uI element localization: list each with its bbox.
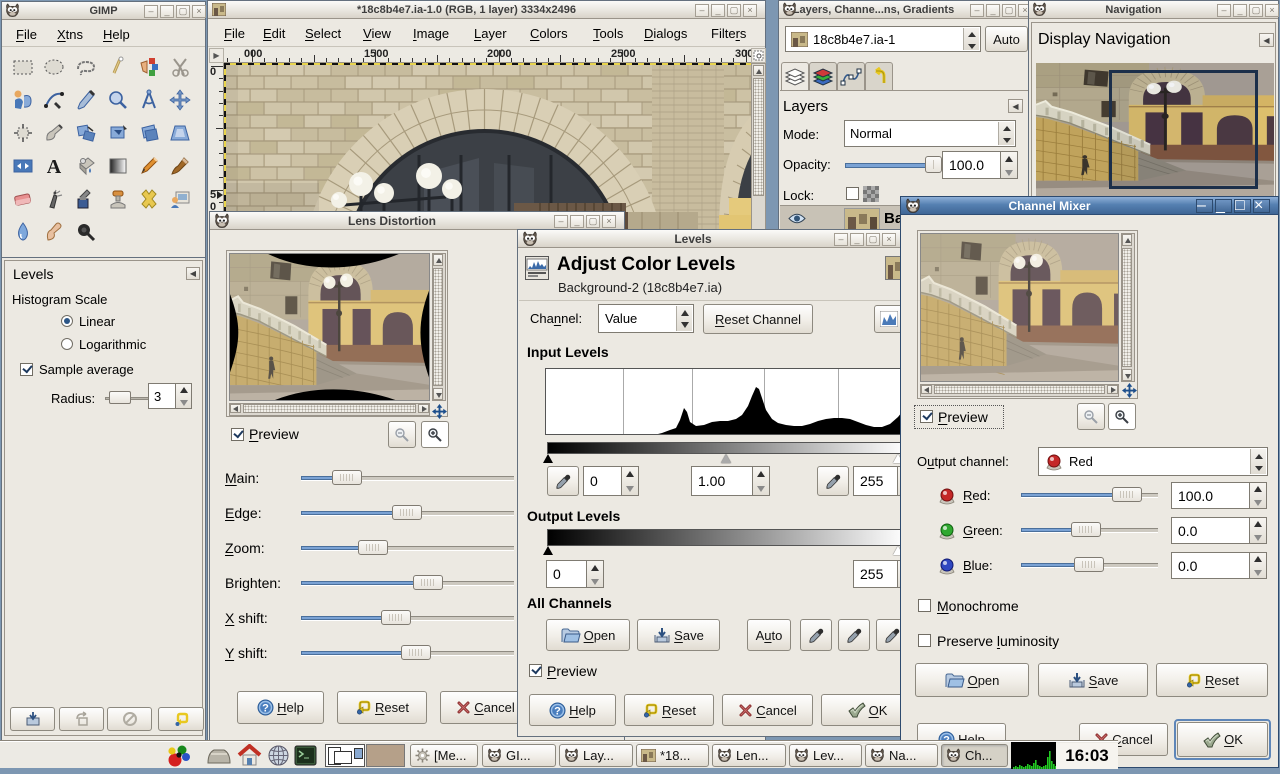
svg-text:?: ? [554, 705, 561, 717]
svg-text:?: ? [262, 703, 269, 715]
svg-text:A: A [47, 156, 62, 178]
